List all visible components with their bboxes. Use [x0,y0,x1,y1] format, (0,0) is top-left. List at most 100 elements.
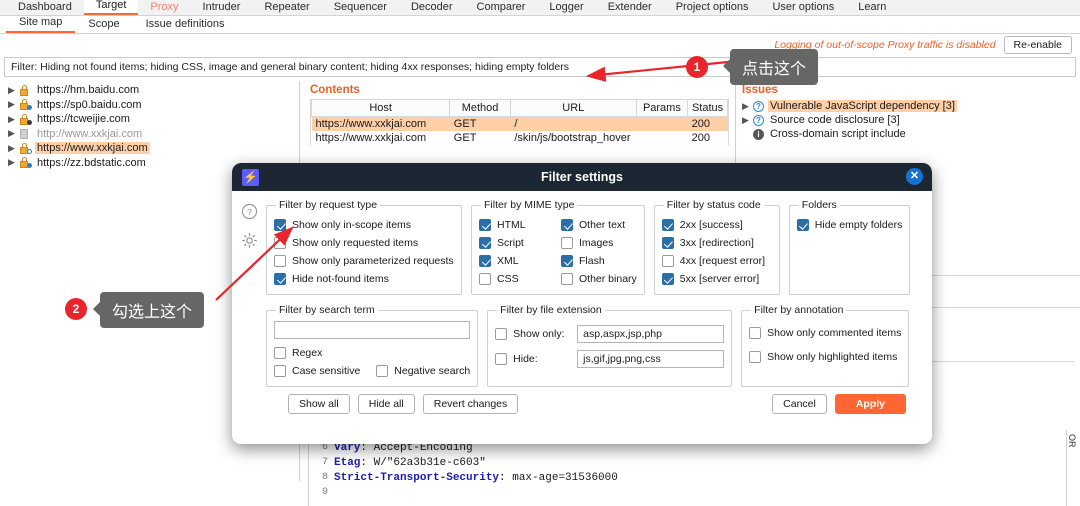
checkbox-box[interactable] [661,219,674,231]
checkbox-box[interactable] [479,237,491,249]
checkbox-box[interactable] [479,219,491,231]
checkbox-show-only-highlighted-items[interactable]: Show only highlighted items [749,348,901,366]
checkbox-box[interactable] [495,353,508,365]
chevron-right-icon[interactable]: ▶ [8,114,15,125]
checkbox-box[interactable] [274,237,286,249]
revert-changes-button[interactable]: Revert changes [422,394,519,414]
checkbox-show-only-parameterized-requests[interactable]: Show only parameterized requests [274,252,454,270]
column-header-status[interactable]: Status [687,99,728,117]
checkbox-box[interactable] [479,255,491,267]
checkbox-box[interactable] [274,255,286,267]
checkbox-box[interactable] [661,237,674,249]
checkbox-box[interactable] [749,351,762,363]
main-tab-sequencer[interactable]: Sequencer [322,0,399,15]
main-tab-extender[interactable]: Extender [596,0,664,15]
main-tab-learn[interactable]: Learn [846,0,898,15]
main-tab-repeater[interactable]: Repeater [252,0,321,15]
table-row[interactable]: https://www.xxkjai.com GET / 200 [311,116,728,131]
checkbox-flash[interactable]: Flash [561,252,637,270]
chevron-right-icon[interactable]: ▶ [8,99,15,110]
checkbox-box[interactable] [661,273,674,285]
chevron-right-icon[interactable]: ▶ [8,143,15,154]
main-tab-proxy[interactable]: Proxy [138,0,190,15]
checkbox-script[interactable]: Script [479,234,557,252]
checkbox-show-only-in-scope-items[interactable]: Show only in-scope items [274,216,454,234]
checkbox-box[interactable] [274,347,286,359]
checkbox-images[interactable]: Images [561,234,637,252]
issue-row[interactable]: ▶ ? Source code disclosure [3] [736,113,1080,127]
issue-row[interactable]: ▶ ? Vulnerable JavaScript dependency [3] [736,99,1080,113]
sub-tab-issue-definitions[interactable]: Issue definitions [133,16,238,33]
main-tab-logger[interactable]: Logger [537,0,595,15]
search-term-input[interactable] [274,321,471,339]
checkbox-box[interactable] [561,273,573,285]
checkbox-box[interactable] [274,219,286,231]
checkbox-xml[interactable]: XML [479,252,557,270]
checkbox-other-text[interactable]: Other text [561,216,637,234]
close-icon[interactable]: ✕ [906,168,923,185]
checkbox-regex[interactable]: Regex [274,344,470,362]
chevron-right-icon[interactable]: ▶ [8,85,15,96]
help-icon[interactable]: ? [241,203,258,220]
checkbox-negative-search[interactable]: Negative search [376,362,470,380]
tree-row[interactable]: ▶ https://hm.baidu.com [4,83,299,98]
checkbox-other-binary[interactable]: Other binary [561,270,637,288]
column-header-host[interactable]: Host [310,99,451,117]
checkbox-box[interactable] [796,219,809,231]
checkbox-css[interactable]: CSS [479,270,557,288]
column-header-url[interactable]: URL [509,99,637,117]
site-map-filter-bar[interactable]: Filter: Hiding not found items; hiding C… [4,57,1076,77]
checkbox-5xx-server-error[interactable]: 5xx [server error] [661,270,772,288]
checkbox-3xx-redirection[interactable]: 3xx [redirection] [661,234,772,252]
apply-button[interactable]: Apply [834,394,906,414]
checkbox-show-only-requested-items[interactable]: Show only requested items [274,234,454,252]
checkbox-box[interactable] [661,255,674,267]
main-tab-dashboard[interactable]: Dashboard [6,0,84,15]
tree-row[interactable]: ▶ https://tcweijie.com [4,112,299,127]
checkbox-box[interactable] [495,328,508,340]
checkbox-box[interactable] [561,219,573,231]
issue-row[interactable]: i Cross-domain script include [736,127,1080,141]
main-tab-user-options[interactable]: User options [760,0,846,15]
gear-icon[interactable] [241,232,258,249]
checkbox-show-only-commented-items[interactable]: Show only commented items [749,324,901,342]
re-enable-button[interactable]: Re-enable [1003,36,1072,54]
sub-tab-scope[interactable]: Scope [75,16,132,33]
tree-row[interactable]: ▶ http://www.xxkjai.com [4,127,299,142]
checkbox-box[interactable] [749,327,762,339]
checkbox-box[interactable] [274,273,286,285]
checkbox-case-sensitive[interactable]: Case sensitive [274,362,360,380]
chevron-right-icon[interactable]: ▶ [742,115,749,126]
response-vertical-tab[interactable]: OR [1066,430,1080,506]
checkbox-box[interactable] [561,237,573,249]
checkbox-html[interactable]: HTML [479,216,557,234]
chevron-right-icon[interactable]: ▶ [8,128,15,139]
column-header-params[interactable]: Params [635,99,689,117]
show-only-extension-input[interactable] [577,325,725,343]
main-tab-decoder[interactable]: Decoder [399,0,465,15]
hide-extension-input[interactable] [577,350,725,368]
checkbox-hide-empty-folders[interactable]: Hide empty folders [796,216,902,234]
main-tab-target[interactable]: Target [83,0,139,15]
checkbox-hide-not-found-items[interactable]: Hide not-found items [274,270,454,288]
main-tab-comparer[interactable]: Comparer [465,0,538,15]
lock-icon [19,142,32,154]
show-all-button[interactable]: Show all [288,394,350,414]
tree-row[interactable]: ▶ https://www.xxkjai.com [4,141,299,156]
main-tab-intruder[interactable]: Intruder [191,0,253,15]
chevron-right-icon[interactable]: ▶ [742,101,749,112]
column-header-method[interactable]: Method [449,99,511,117]
checkbox-box[interactable] [376,365,389,377]
checkbox-box[interactable] [561,255,573,267]
hide-all-button[interactable]: Hide all [357,394,415,414]
sub-tab-site-map[interactable]: Site map [6,14,76,33]
checkbox-4xx-request-error[interactable]: 4xx [request error] [661,252,772,270]
chevron-right-icon[interactable]: ▶ [8,157,15,168]
cancel-button[interactable]: Cancel [772,394,827,414]
table-row[interactable]: https://www.xxkjai.com GET /skin/js/boot… [312,131,728,145]
main-tab-project-options[interactable]: Project options [664,0,761,15]
checkbox-2xx-success[interactable]: 2xx [success] [661,216,772,234]
tree-row[interactable]: ▶ https://sp0.baidu.com [4,98,299,113]
checkbox-box[interactable] [479,273,491,285]
checkbox-box[interactable] [274,365,286,377]
